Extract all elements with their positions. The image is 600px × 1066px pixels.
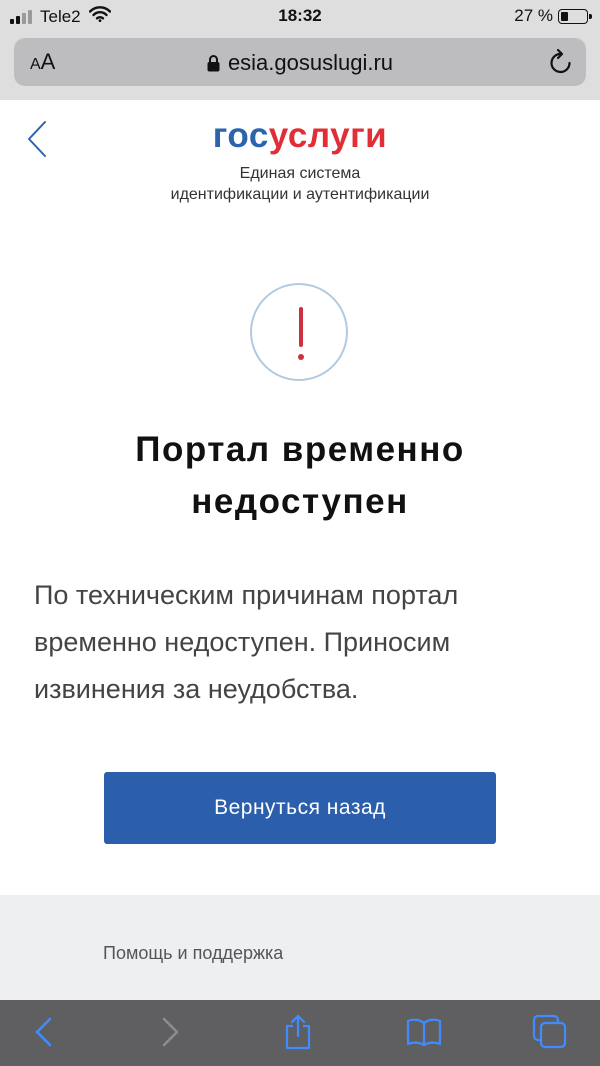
browser-chrome-top: Tele2 18:32 27 % AA esia.gosuslugi.ru xyxy=(0,0,600,100)
share-icon[interactable] xyxy=(280,1014,316,1050)
exclamation-icon xyxy=(250,283,348,381)
tabs-icon[interactable] xyxy=(532,1014,568,1050)
battery-icon xyxy=(558,8,592,24)
error-title: Портал временно недоступен xyxy=(30,424,570,528)
return-back-button[interactable]: Вернуться назад xyxy=(104,772,496,844)
subtitle-line-2: идентификации и аутентификации xyxy=(170,186,430,203)
error-title-line-1: Портал временно xyxy=(135,430,465,469)
reload-icon[interactable] xyxy=(548,48,574,81)
back-arrow-icon[interactable] xyxy=(26,1014,62,1050)
error-message: По техническим причинам портал временно … xyxy=(34,580,459,704)
url-display[interactable]: esia.gosuslugi.ru xyxy=(14,50,586,78)
lock-icon xyxy=(207,52,220,78)
status-right: 27 % xyxy=(514,6,592,26)
logo-part-gos: гос xyxy=(212,116,269,155)
status-time: 18:32 xyxy=(278,6,322,25)
url-text: esia.gosuslugi.ru xyxy=(227,50,394,75)
gosuslugi-logo[interactable]: госуслуги xyxy=(0,116,600,156)
forward-arrow-icon[interactable] xyxy=(152,1014,188,1050)
bookmarks-icon[interactable] xyxy=(406,1014,442,1050)
page-content: госуслуги Единая система идентификации и… xyxy=(0,100,600,1000)
address-bar[interactable]: AA esia.gosuslugi.ru xyxy=(14,38,586,86)
status-bar: Tele2 18:32 27 % xyxy=(0,0,600,32)
error-title-line-2: недоступен xyxy=(191,482,409,521)
browser-toolbar xyxy=(0,1000,600,1066)
page-footer: Помощь и поддержка xyxy=(0,895,600,1000)
battery-percent: 27 % xyxy=(514,6,553,25)
help-support-link[interactable]: Помощь и поддержка xyxy=(103,943,283,964)
subtitle-line-1: Единая система xyxy=(239,165,361,182)
logo-subtitle: Единая система идентификации и аутентифи… xyxy=(0,163,600,205)
logo-part-uslugi: услуги xyxy=(268,116,388,155)
